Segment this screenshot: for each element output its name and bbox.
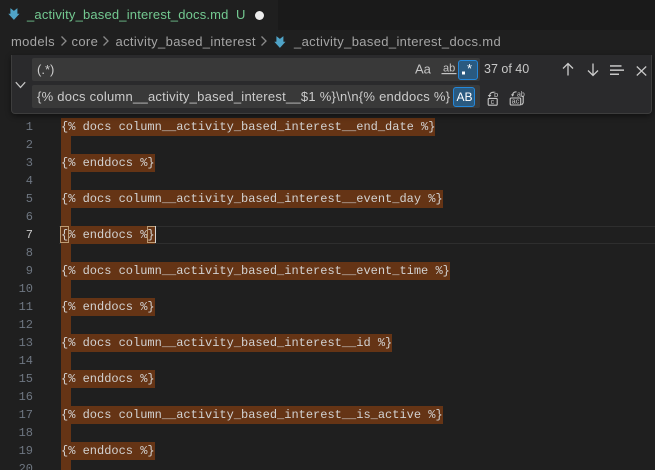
svg-text:AB: AB [457,90,473,104]
svg-text:b: b [494,90,498,99]
svg-text:ac: ac [512,99,520,106]
svg-text:ab: ab [443,63,455,75]
svg-text:*: * [467,61,472,76]
svg-text:c: c [490,99,494,106]
svg-text:Aa: Aa [415,62,432,77]
